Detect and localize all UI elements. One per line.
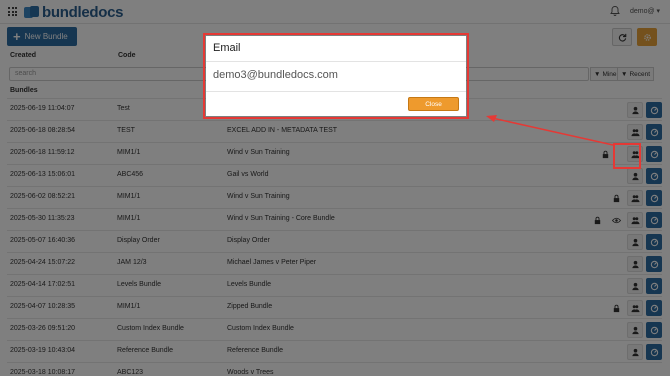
divider (206, 91, 466, 92)
modal-title: Email (213, 42, 241, 54)
close-button[interactable]: Close (408, 97, 459, 111)
annotation-highlight-box (613, 143, 641, 169)
email-modal: Email demo3@bundledocs.com Close (206, 36, 466, 116)
divider (206, 61, 466, 62)
email-address[interactable]: demo3@bundledocs.com (213, 69, 338, 81)
